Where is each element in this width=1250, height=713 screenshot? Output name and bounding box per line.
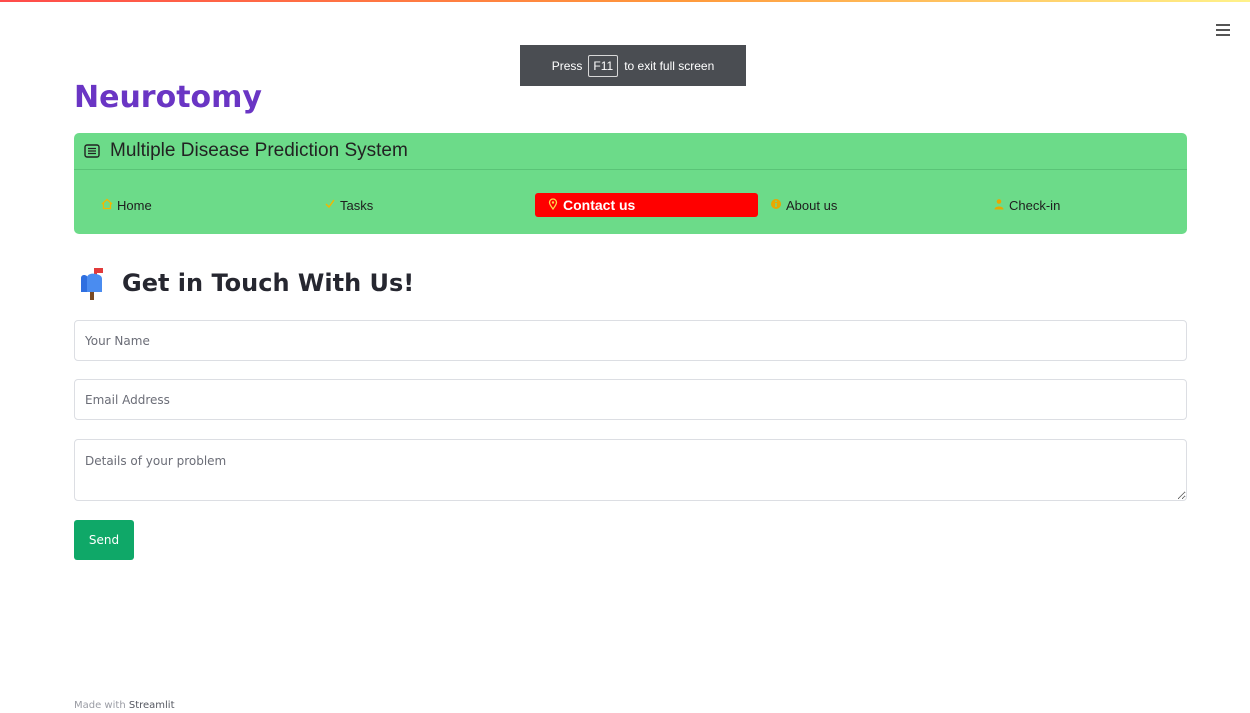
page-title: Get in Touch With Us! <box>78 266 414 300</box>
brand-title: Neurotomy <box>74 80 262 115</box>
info-icon <box>771 199 781 209</box>
menu-list-icon <box>84 144 100 158</box>
nav-item-check-in[interactable]: Check-in <box>981 193 1187 217</box>
tasks-icon <box>325 199 335 209</box>
streamlit-link[interactable]: Streamlit <box>129 700 175 711</box>
option-menu: Multiple Disease Prediction System Home … <box>74 133 1187 234</box>
nav-bar: Home Tasks Contact us About us Check-in <box>74 170 1187 234</box>
fullscreen-exit-text: to exit full screen <box>624 58 715 73</box>
nav-item-contact-us[interactable]: Contact us <box>535 193 758 217</box>
nav-item-about-us[interactable]: About us <box>758 193 981 217</box>
fullscreen-key: F11 <box>588 54 619 77</box>
nav-item-label: Tasks <box>340 197 374 213</box>
mailbox-icon <box>81 268 103 300</box>
fullscreen-notice: Press F11 to exit full screen <box>520 45 746 86</box>
pin-icon <box>548 198 558 210</box>
page-title-text: Get in Touch With Us! <box>122 269 415 297</box>
house-icon <box>101 198 113 210</box>
person-icon <box>994 199 1004 210</box>
name-input[interactable] <box>74 320 1187 361</box>
fullscreen-press-text: Press <box>551 58 583 73</box>
nav-item-home[interactable]: Home <box>89 193 312 217</box>
email-input[interactable] <box>74 379 1187 420</box>
send-button[interactable]: Send <box>74 520 134 560</box>
menu-title: Multiple Disease Prediction System <box>110 140 408 161</box>
footer-made-with: Made with <box>74 700 126 711</box>
footer: Made with Streamlit <box>74 700 175 711</box>
nav-item-label: Contact us <box>563 197 636 213</box>
nav-item-label: Home <box>117 197 152 213</box>
nav-item-label: About us <box>786 197 838 213</box>
nav-item-label: Check-in <box>1009 197 1061 213</box>
menu-header: Multiple Disease Prediction System <box>74 133 1187 170</box>
top-decoration-bar <box>0 0 1250 2</box>
main-menu-icon[interactable] <box>1216 24 1230 36</box>
nav-item-tasks[interactable]: Tasks <box>312 193 535 217</box>
details-textarea[interactable] <box>74 439 1187 501</box>
